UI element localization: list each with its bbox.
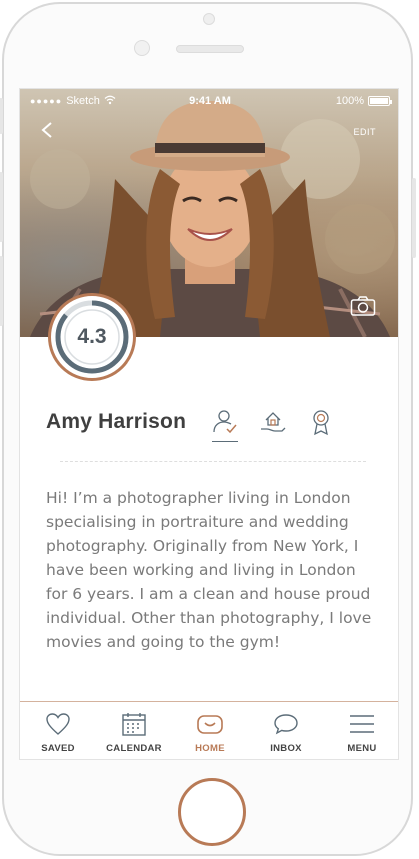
- chevron-left-icon: [41, 122, 52, 138]
- award-badge[interactable]: [306, 407, 336, 437]
- heart-icon: [46, 713, 70, 735]
- tab-home[interactable]: HOME: [172, 702, 248, 759]
- rating-badge: 4.3: [48, 293, 136, 381]
- edit-button[interactable]: EDIT: [353, 127, 376, 137]
- rating-value: 4.3: [77, 325, 107, 348]
- volume-down-button: [0, 256, 3, 326]
- tab-saved-label: SAVED: [41, 743, 75, 754]
- profile-name: Amy Harrison: [46, 410, 187, 433]
- tab-inbox[interactable]: INBOX: [248, 702, 324, 759]
- tab-menu[interactable]: MENU: [324, 702, 398, 759]
- volume-up-button: [0, 172, 3, 242]
- home-icon: [197, 715, 223, 734]
- status-time: 9:41 AM: [189, 95, 231, 107]
- tab-calendar-label: CALENDAR: [106, 743, 162, 754]
- wifi-icon: [104, 95, 116, 108]
- tab-calendar[interactable]: CALENDAR: [96, 702, 172, 759]
- proximity-sensor: [134, 40, 150, 56]
- hamburger-menu-icon: [350, 715, 374, 733]
- verified-person-badge[interactable]: [210, 407, 240, 442]
- calendar-icon: [122, 713, 146, 736]
- section-divider: [60, 461, 366, 462]
- chat-bubble-icon: [274, 714, 298, 735]
- award-ribbon-icon: [313, 410, 329, 436]
- verified-person-icon: [213, 410, 237, 434]
- change-photo-button[interactable]: [350, 295, 376, 317]
- camera-icon: [350, 296, 376, 316]
- tab-saved[interactable]: SAVED: [20, 702, 96, 759]
- front-camera: [203, 13, 215, 25]
- battery-percent: 100%: [335, 95, 364, 107]
- home-button[interactable]: [178, 778, 246, 846]
- power-button: [412, 178, 416, 258]
- signal-strength-icon: ●●●●●: [30, 96, 63, 106]
- earpiece-speaker: [176, 45, 244, 53]
- house-hand-icon: [261, 412, 286, 432]
- profile-bio: Hi! I’m a photographer living in London …: [46, 489, 372, 651]
- tab-home-label: HOME: [195, 743, 225, 754]
- tab-menu-label: MENU: [347, 743, 377, 754]
- verification-badges: [210, 407, 336, 442]
- status-bar: ●●●●● Sketch 9:41 AM 100%: [20, 89, 398, 113]
- back-button[interactable]: [40, 121, 64, 145]
- name-row: Amy Harrison: [46, 407, 336, 442]
- battery-icon: [368, 96, 392, 106]
- home-verified-badge[interactable]: [258, 407, 288, 437]
- tab-inbox-label: INBOX: [270, 743, 302, 754]
- app-screen: ●●●●● Sketch 9:41 AM 100% EDIT 4.3 Amy H…: [19, 88, 399, 760]
- mute-switch: [0, 98, 3, 134]
- bottom-tab-bar: SAVED CALENDAR HOME INBOX MENU: [20, 701, 398, 759]
- carrier-label: Sketch: [66, 95, 100, 107]
